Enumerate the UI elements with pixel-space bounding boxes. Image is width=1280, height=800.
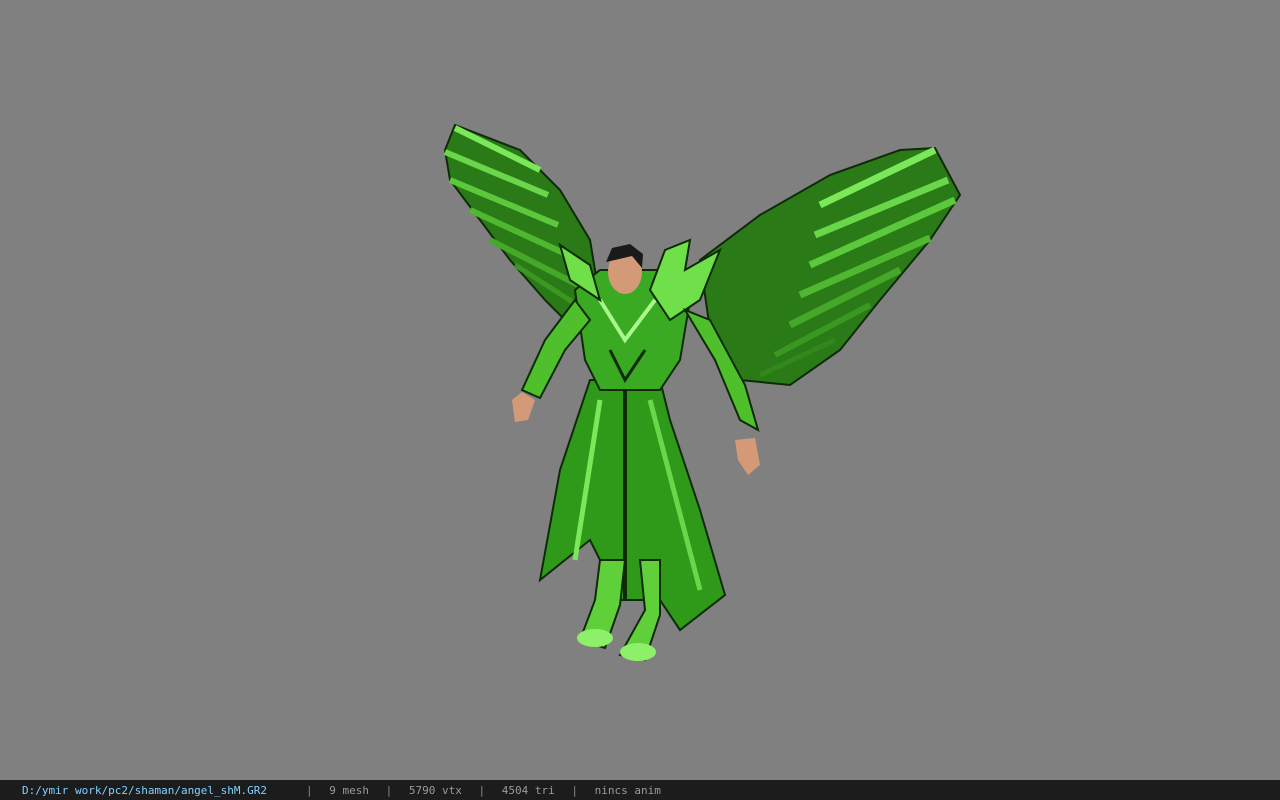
triangle-count: 4504 tri [501, 784, 555, 797]
separator: | [571, 784, 578, 797]
file-path: D:/ymir work/pc2/shaman/angel_shM.GR2 [22, 784, 268, 797]
right-wing [698, 146, 962, 387]
mesh-count: 9 mesh [329, 784, 369, 797]
vertex-count: 5790 vtx [408, 784, 462, 797]
status-bar: D:/ymir work/pc2/shaman/angel_shM.GR2 | … [0, 780, 1280, 800]
animation-status: nincs anim [594, 784, 661, 797]
character-model [443, 123, 962, 662]
separator: | [478, 784, 486, 797]
separator: | [385, 784, 393, 797]
3d-viewport[interactable] [0, 0, 1280, 780]
robe [538, 379, 727, 632]
model-stats: | 9 mesh | 5790 vtx | 4504 tri | nincs a… [306, 780, 661, 800]
legs [577, 559, 661, 662]
separator: | [306, 784, 313, 797]
